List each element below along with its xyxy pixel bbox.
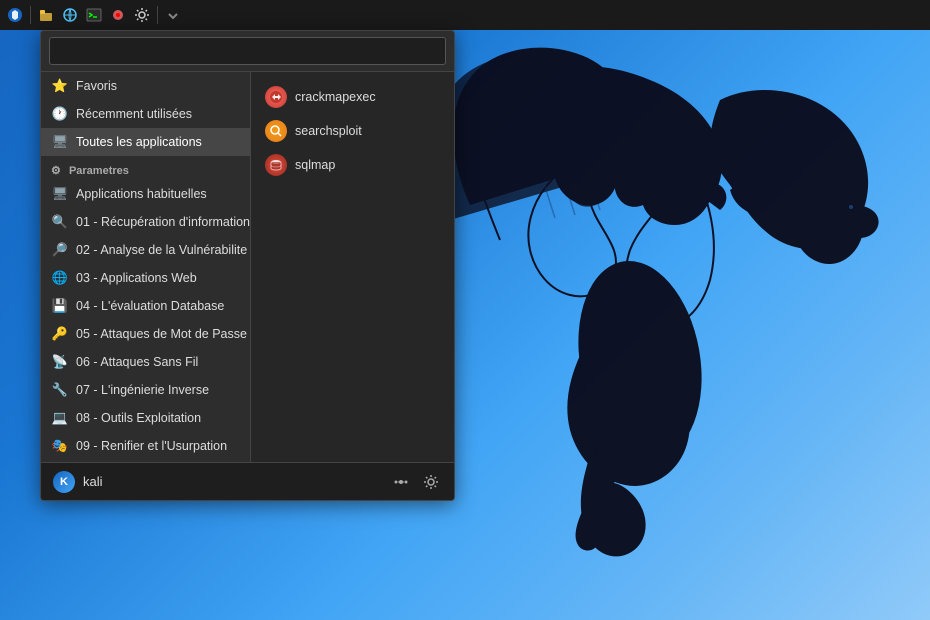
- toutes-label: Toutes les applications: [76, 135, 202, 149]
- app-crackmapexec[interactable]: crackmapexec: [251, 80, 454, 114]
- sqlmap-label: sqlmap: [295, 158, 335, 172]
- menu-footer: K kali: [41, 462, 454, 500]
- menu-cat09[interactable]: 🎭 09 - Renifier et l'Usurpation: [41, 432, 250, 460]
- searchsploit-icon: [265, 120, 287, 142]
- cat06-icon: 📡: [51, 353, 69, 371]
- menu-cat06[interactable]: 📡 06 - Attaques Sans Fil: [41, 348, 250, 376]
- cat09-icon: 🎭: [51, 437, 69, 455]
- crackmapexec-label: crackmapexec: [295, 90, 376, 104]
- favoris-label: Favoris: [76, 79, 117, 93]
- cat03-icon: 🌐: [51, 269, 69, 287]
- toutes-icon: 🖥: [51, 133, 69, 151]
- search-bar-container: [41, 31, 454, 72]
- cat07-label: 07 - L'ingénierie Inverse: [76, 383, 209, 397]
- cat05-icon: 🔑: [51, 325, 69, 343]
- taskbar-files-icon[interactable]: [35, 4, 57, 26]
- left-panel: ⭐ Favoris 🕐 Récemment utilisées 🖥 Toutes…: [41, 72, 251, 462]
- search-input[interactable]: [49, 37, 446, 65]
- recemment-label: Récemment utilisées: [76, 107, 192, 121]
- kali-menu-button[interactable]: [4, 4, 26, 26]
- menu-cat04[interactable]: 💾 04 - L'évaluation Database: [41, 292, 250, 320]
- taskbar-paint-icon[interactable]: [107, 4, 129, 26]
- cat01-icon: 🔍: [51, 213, 69, 231]
- cat03-label: 03 - Applications Web: [76, 271, 197, 285]
- searchsploit-label: searchsploit: [295, 124, 362, 138]
- habituelles-label: Applications habituelles: [76, 187, 207, 201]
- menu-cat05[interactable]: 🔑 05 - Attaques de Mot de Passe: [41, 320, 250, 348]
- menu-cat08[interactable]: 💻 08 - Outils Exploitation: [41, 404, 250, 432]
- menu-body: ⭐ Favoris 🕐 Récemment utilisées 🖥 Toutes…: [41, 72, 454, 462]
- cat02-icon: 🔎: [51, 241, 69, 259]
- app-sqlmap[interactable]: sqlmap: [251, 148, 454, 182]
- taskbar-settings-icon[interactable]: [131, 4, 153, 26]
- taskbar-more-icon[interactable]: [162, 4, 184, 26]
- crackmapexec-icon: [265, 86, 287, 108]
- cat06-label: 06 - Attaques Sans Fil: [76, 355, 198, 369]
- menu-favoris[interactable]: ⭐ Favoris: [41, 72, 250, 100]
- menu-cat07[interactable]: 🔧 07 - L'ingénierie Inverse: [41, 376, 250, 404]
- taskbar-browser-icon[interactable]: [59, 4, 81, 26]
- habituelles-icon: 🖥: [51, 185, 69, 203]
- right-panel: crackmapexec searchsploit: [251, 72, 454, 462]
- menu-toutes[interactable]: 🖥 Toutes les applications: [41, 128, 250, 156]
- footer-settings-button[interactable]: [420, 471, 442, 493]
- app-menu: ⭐ Favoris 🕐 Récemment utilisées 🖥 Toutes…: [40, 30, 455, 501]
- cat04-label: 04 - L'évaluation Database: [76, 299, 224, 313]
- menu-cat02[interactable]: 🔎 02 - Analyse de la Vulnérabilite: [41, 236, 250, 264]
- cat07-icon: 🔧: [51, 381, 69, 399]
- parametres-icon: ⚙: [51, 165, 61, 177]
- menu-cat01[interactable]: 🔍 01 - Récupération d'informations: [41, 208, 250, 236]
- user-avatar: K: [53, 471, 75, 493]
- cat05-label: 05 - Attaques de Mot de Passe: [76, 327, 247, 341]
- taskbar-sep-2: [157, 6, 158, 24]
- cat04-icon: 💾: [51, 297, 69, 315]
- menu-habituelles[interactable]: 🖥 Applications habituelles: [41, 180, 250, 208]
- taskbar: [0, 0, 930, 30]
- taskbar-sep-1: [30, 6, 31, 24]
- recemment-icon: 🕐: [51, 105, 69, 123]
- sqlmap-icon: [265, 154, 287, 176]
- cat08-icon: 💻: [51, 409, 69, 427]
- footer-network-button[interactable]: [390, 471, 412, 493]
- cat02-label: 02 - Analyse de la Vulnérabilite: [76, 243, 247, 257]
- taskbar-terminal-icon[interactable]: [83, 4, 105, 26]
- cat01-label: 01 - Récupération d'informations: [76, 215, 250, 229]
- username-label: kali: [83, 474, 103, 489]
- kali-dragon: [400, 40, 880, 560]
- app-searchsploit[interactable]: searchsploit: [251, 114, 454, 148]
- parametres-header: ⚙ Parametres: [41, 158, 250, 180]
- menu-cat10[interactable]: 🔒 10 - Maintien de l'Accès: [41, 460, 250, 462]
- menu-recemment[interactable]: 🕐 Récemment utilisées: [41, 100, 250, 128]
- cat08-label: 08 - Outils Exploitation: [76, 411, 201, 425]
- menu-cat03[interactable]: 🌐 03 - Applications Web: [41, 264, 250, 292]
- footer-user: K kali: [53, 471, 103, 493]
- cat09-label: 09 - Renifier et l'Usurpation: [76, 439, 227, 453]
- footer-actions: [390, 471, 442, 493]
- favoris-icon: ⭐: [51, 77, 69, 95]
